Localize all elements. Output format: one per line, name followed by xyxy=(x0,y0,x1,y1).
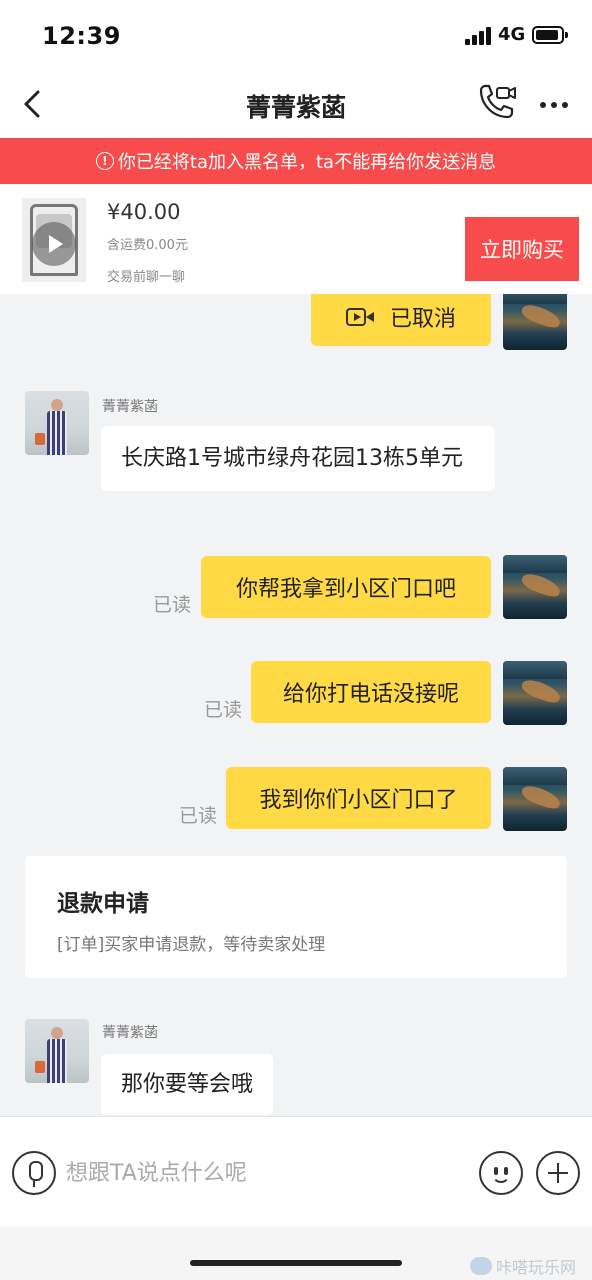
read-status: 已读 xyxy=(179,805,218,827)
warning-icon: ! xyxy=(95,152,114,170)
message-bubble[interactable]: 已取消 xyxy=(311,294,491,346)
chat-tip: 交易前聊一聊 xyxy=(107,270,186,285)
read-status: 已读 xyxy=(153,594,192,616)
read-status: 已读 xyxy=(204,699,243,721)
contact-avatar[interactable] xyxy=(25,391,89,455)
blacklist-warning-text: 你已经将ta加入黑名单，ta不能再给你发送消息 xyxy=(117,152,497,173)
status-bar: 12:39 4G xyxy=(0,0,592,70)
sender-name: 菁菁紫菡 xyxy=(102,399,158,415)
refund-title: 退款申请 xyxy=(57,891,149,917)
more-icon xyxy=(540,102,546,108)
video-call-icon xyxy=(345,306,374,328)
input-bar xyxy=(0,1116,592,1226)
watermark-logo-icon xyxy=(470,1257,492,1275)
watermark: 咔嗒玩乐网 xyxy=(470,1254,576,1278)
product-card[interactable]: ¥40.00 含运费0.00元 交易前聊一聊 立即购买 xyxy=(0,184,592,294)
message-bubble[interactable]: 我到你们小区门口了 xyxy=(226,767,491,829)
message-input[interactable] xyxy=(66,1149,461,1197)
sender-name: 菁菁紫菡 xyxy=(102,1025,158,1041)
phone-video-icon xyxy=(479,84,516,119)
signal-icon xyxy=(465,27,493,45)
my-avatar[interactable] xyxy=(503,555,567,619)
voice-input-button[interactable] xyxy=(12,1151,56,1195)
more-options-button[interactable] xyxy=(536,88,572,120)
message-text: 已取消 xyxy=(389,307,456,332)
message-bubble[interactable]: 长庆路1号城市绿舟花园13栋5单元 xyxy=(101,426,495,491)
buy-now-button[interactable]: 立即购买 xyxy=(465,217,579,281)
message-bubble[interactable]: 给你打电话没接呢 xyxy=(251,661,491,723)
product-price: ¥40.00 xyxy=(107,200,181,224)
status-time: 12:39 xyxy=(42,22,121,50)
message-bubble[interactable]: 那你要等会哦 xyxy=(101,1054,274,1115)
network-type: 4G xyxy=(498,24,526,45)
blacklist-banner: ! 你已经将ta加入黑名单，ta不能再给你发送消息 xyxy=(0,138,592,184)
play-icon[interactable] xyxy=(32,222,76,266)
call-button[interactable] xyxy=(475,82,519,126)
my-avatar[interactable] xyxy=(503,294,567,350)
home-indicator[interactable] xyxy=(190,1260,402,1266)
my-avatar[interactable] xyxy=(503,767,567,831)
watermark-text: 咔嗒玩乐网 xyxy=(496,1258,577,1277)
shipping-fee: 含运费0.00元 xyxy=(107,238,188,253)
message-bubble[interactable]: 你帮我拿到小区门口吧 xyxy=(201,556,491,618)
bottom-area: 咔嗒玩乐网 xyxy=(0,1226,592,1280)
product-thumbnail[interactable] xyxy=(22,198,86,282)
my-avatar[interactable] xyxy=(503,661,567,725)
chat-area[interactable]: 已取消 菁菁紫菡 长庆路1号城市绿舟花园13栋5单元 已读 你帮我拿到小区门口吧… xyxy=(0,294,592,1116)
refund-request-card[interactable]: 退款申请 [订单]买家申请退款，等待卖家处理 xyxy=(25,856,567,978)
emoji-button[interactable] xyxy=(479,1151,523,1195)
refund-description: [订单]买家申请退款，等待卖家处理 xyxy=(57,935,326,955)
battery-icon xyxy=(532,26,568,44)
nav-bar: 菁菁紫菡 xyxy=(0,70,592,138)
contact-avatar[interactable] xyxy=(25,1019,89,1083)
more-actions-button[interactable] xyxy=(536,1151,580,1195)
